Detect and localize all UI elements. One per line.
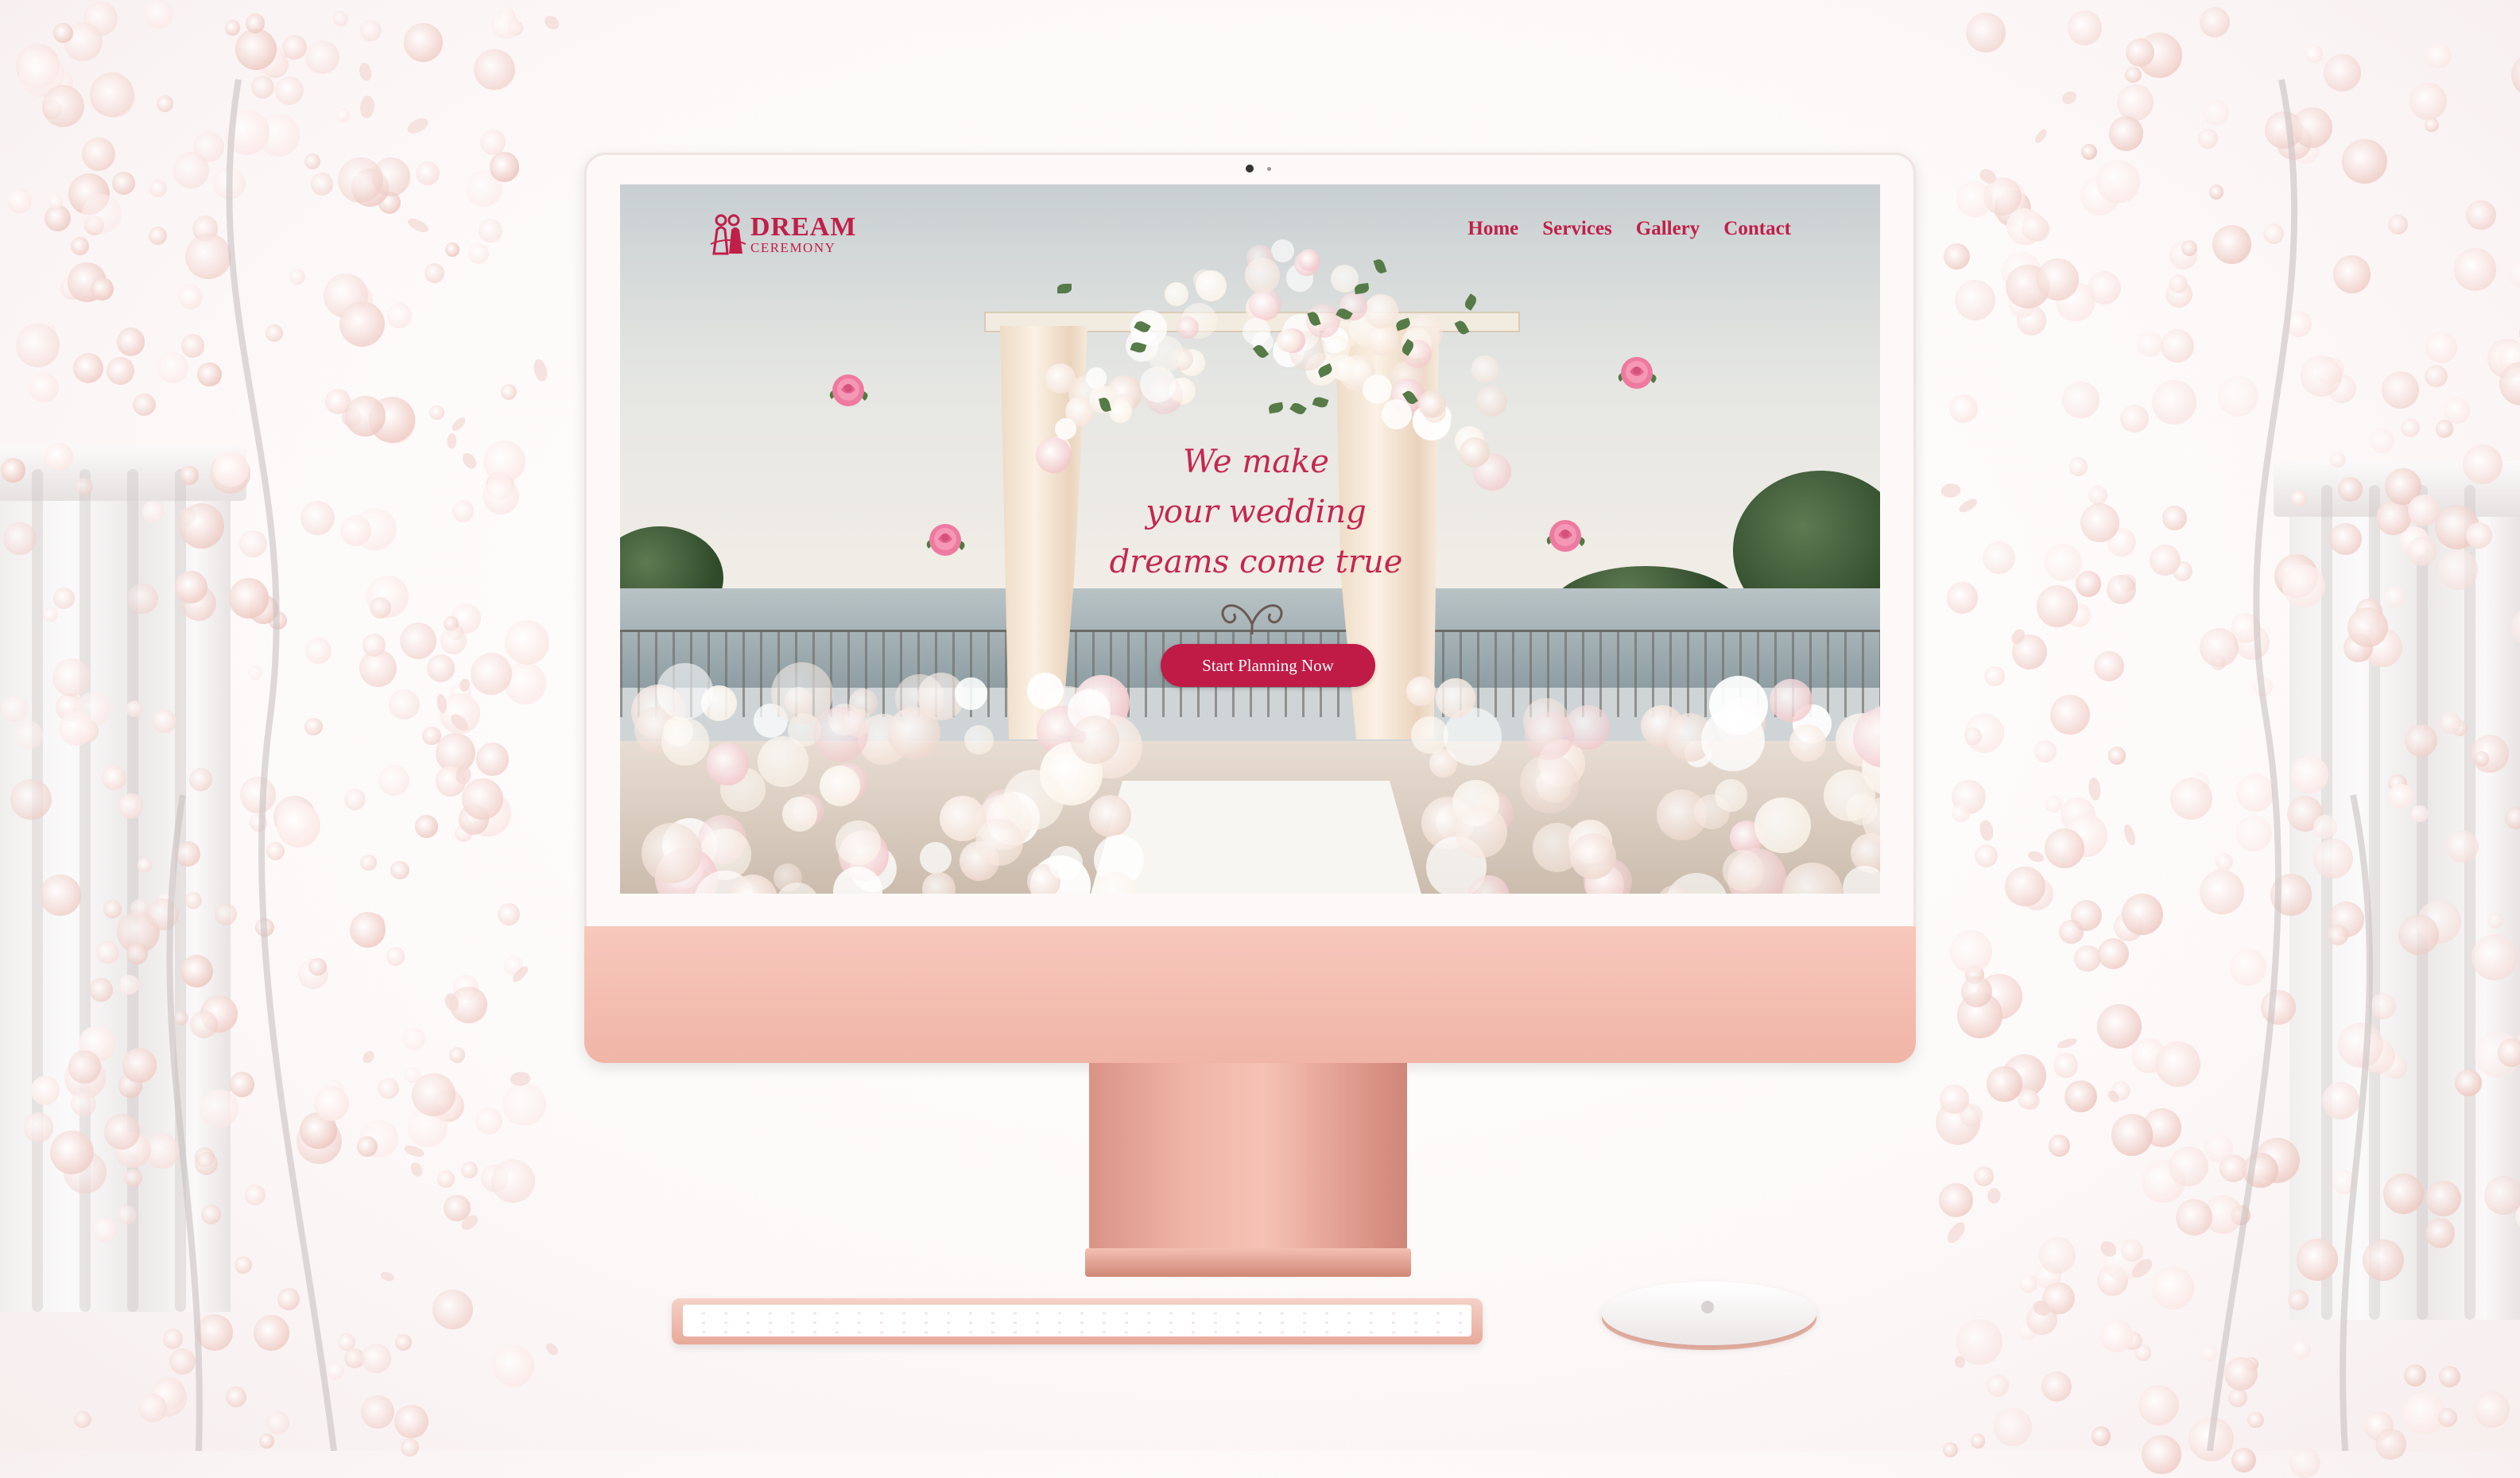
pink-rose-icon bbox=[1618, 357, 1657, 389]
logo-text-dream: DREAM bbox=[750, 211, 857, 242]
logo-text-ceremony: CEREMONY bbox=[750, 239, 836, 255]
swirl-ornament-icon bbox=[1221, 604, 1283, 634]
keyboard bbox=[672, 1298, 1483, 1344]
camera-sensor bbox=[1267, 167, 1271, 171]
start-planning-button[interactable]: Start Planning Now bbox=[1161, 644, 1375, 687]
nav-home[interactable]: Home bbox=[1467, 218, 1518, 240]
nav-contact[interactable]: Contact bbox=[1723, 218, 1791, 240]
monitor-stand-foot bbox=[1085, 1248, 1411, 1277]
pink-rose-icon bbox=[926, 524, 965, 556]
hero-title: We make your wedding dreams come true bbox=[1109, 444, 1403, 580]
apple-logo-icon bbox=[1701, 1301, 1714, 1313]
nav-gallery[interactable]: Gallery bbox=[1636, 218, 1700, 240]
pink-rose-icon bbox=[1546, 520, 1585, 552]
nav-services[interactable]: Services bbox=[1542, 218, 1611, 240]
website-screen: DREAM CEREMONY Home Services Gallery Con… bbox=[620, 184, 1880, 894]
monitor-stand bbox=[1089, 1063, 1407, 1276]
site-logo[interactable]: DREAM CEREMONY bbox=[709, 212, 856, 255]
mouse bbox=[1602, 1282, 1816, 1345]
dream-ceremony-logo-icon bbox=[710, 214, 746, 255]
main-nav: Home Services Gallery Contact bbox=[1467, 218, 1791, 240]
camera-icon bbox=[1246, 165, 1254, 173]
aisle-runner bbox=[1089, 781, 1423, 894]
monitor-chin bbox=[584, 926, 1916, 1063]
pink-rose-icon bbox=[829, 374, 868, 406]
